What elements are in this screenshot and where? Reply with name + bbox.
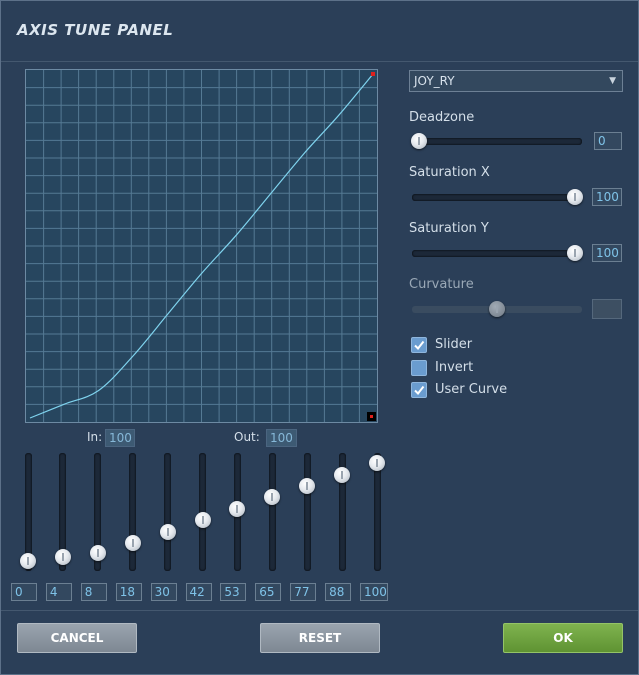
deadzone-value-field[interactable]: 0 — [594, 132, 622, 150]
curve-point-slider-thumb[interactable] — [299, 477, 316, 494]
curve-point-slider-thumb[interactable] — [264, 489, 281, 506]
saturation-y-slider-thumb[interactable] — [567, 245, 583, 261]
curve-point-slider-thumb[interactable] — [194, 511, 211, 528]
curve-point-slider-track[interactable] — [164, 453, 172, 571]
saturation-x-label: Saturation X — [409, 165, 490, 180]
curve-point-slider-track[interactable] — [129, 453, 137, 571]
curve-point-value-field[interactable]: 88 — [325, 583, 352, 601]
cancel-button[interactable]: CANCEL — [17, 623, 137, 653]
curve-point-value-field[interactable]: 0 — [11, 583, 37, 601]
chevron-down-icon: ▼ — [609, 76, 616, 86]
curve-point-value-field[interactable]: 30 — [150, 583, 177, 601]
curve-point-slider-track[interactable] — [303, 453, 311, 571]
in-label: In: — [87, 430, 103, 444]
saturation-x-value-field[interactable]: 100 — [592, 188, 622, 206]
axis-select[interactable]: JOY_RY ▼ — [409, 70, 623, 92]
out-value: 100 — [266, 429, 297, 447]
curve-point-value-field[interactable]: 77 — [290, 583, 317, 601]
curve-point-slider-thumb[interactable] — [369, 455, 385, 471]
axis-tune-dialog: AXIS TUNE PANEL In: 100 Out: 100 0 4 8 18 30… — [0, 0, 639, 675]
deadzone-slider-track[interactable] — [412, 138, 582, 145]
curvature-slider-thumb — [489, 301, 505, 317]
axis-select-value: JOY_RY — [414, 74, 455, 88]
curve-point-value-field[interactable]: 53 — [220, 583, 247, 601]
curve-point-slider-thumb[interactable] — [159, 523, 176, 540]
curve-point-slider-thumb[interactable] — [54, 549, 71, 566]
in-value: 100 — [105, 429, 135, 447]
curve-point-value-field[interactable]: 100 — [360, 583, 388, 601]
footer-divider — [1, 610, 638, 611]
deadzone-label: Deadzone — [409, 110, 475, 125]
saturation-x-slider-track[interactable] — [412, 194, 582, 201]
option-checkbox-label: Invert — [435, 360, 474, 375]
option-checkbox[interactable] — [411, 360, 427, 376]
curve-point-value-field[interactable]: 65 — [255, 583, 282, 601]
option-checkbox-label: Slider — [435, 337, 473, 352]
option-checkbox-label: User Curve — [435, 382, 508, 397]
curve-graph[interactable] — [25, 69, 378, 423]
option-checkbox[interactable] — [411, 337, 427, 353]
curvature-label: Curvature — [409, 277, 474, 292]
reset-button[interactable]: RESET — [260, 623, 380, 653]
curve-point-value-field[interactable]: 42 — [185, 583, 212, 601]
checkmark-icon — [414, 340, 425, 351]
ok-button[interactable]: OK — [503, 623, 623, 653]
curvature-value-field — [592, 299, 622, 319]
checkmark-icon — [414, 385, 425, 396]
curve-point-slider-thumb[interactable] — [20, 553, 36, 569]
curve-point-slider-thumb[interactable] — [89, 545, 106, 562]
curve-point-value-field[interactable]: 18 — [115, 583, 142, 601]
curve-point-slider-track[interactable] — [268, 453, 276, 571]
current-position-dot — [370, 415, 373, 418]
curve-point-slider-thumb[interactable] — [124, 535, 141, 552]
option-checkbox[interactable] — [411, 382, 427, 398]
title-bar[interactable]: AXIS TUNE PANEL — [1, 1, 638, 62]
saturation-y-slider-track[interactable] — [412, 250, 582, 257]
curve-point-slider-thumb[interactable] — [229, 501, 246, 518]
curve-end-marker — [371, 72, 375, 76]
curve-graph-canvas — [26, 70, 377, 422]
curve-point-slider-thumb[interactable] — [334, 466, 351, 483]
deadzone-slider-thumb[interactable] — [411, 133, 427, 149]
dialog-title: AXIS TUNE PANEL — [17, 21, 174, 39]
curve-point-value-field[interactable]: 8 — [80, 583, 107, 601]
saturation-y-value-field[interactable]: 100 — [592, 244, 622, 262]
out-label: Out: — [234, 430, 260, 444]
curve-point-value-field[interactable]: 4 — [45, 583, 72, 601]
saturation-y-label: Saturation Y — [409, 221, 489, 236]
saturation-x-slider-thumb[interactable] — [567, 189, 583, 205]
